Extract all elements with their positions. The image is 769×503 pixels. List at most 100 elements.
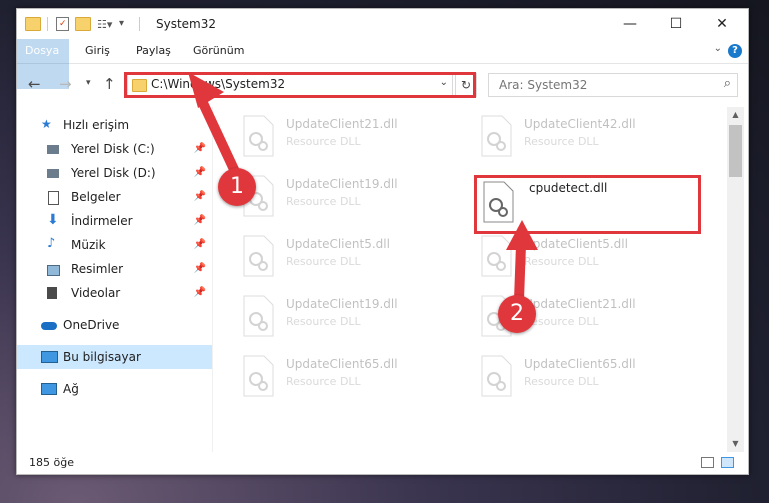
properties-icon[interactable]: ✓ xyxy=(56,17,69,31)
file-description: Resource DLL xyxy=(286,315,361,328)
file-description: Resource DLL xyxy=(524,135,599,148)
sidebar-item-label: Hızlı erişim xyxy=(63,118,130,132)
videos-icon xyxy=(47,287,57,299)
file-description: Resource DLL xyxy=(286,195,361,208)
sidebar-item-this-pc[interactable]: Bu bilgisayar xyxy=(17,345,212,369)
scroll-down-button[interactable]: ▼ xyxy=(727,436,744,452)
tab-home[interactable]: Giriş xyxy=(75,39,120,63)
file-name: UpdateClient19.dll xyxy=(286,177,398,191)
dll-file-icon xyxy=(481,355,512,397)
drive-icon xyxy=(47,169,59,178)
network-icon xyxy=(41,383,57,395)
sidebar-item-label: İndirmeler xyxy=(71,214,133,228)
tab-view[interactable]: Görünüm xyxy=(183,39,254,63)
file-name: UpdateClient19.dll xyxy=(286,297,398,311)
dll-file-icon xyxy=(243,115,274,157)
sidebar-item-label: Yerel Disk (C:) xyxy=(71,142,155,156)
file-description: Resource DLL xyxy=(286,255,361,268)
file-item[interactable]: UpdateClient42.dll Resource DLL xyxy=(479,115,699,165)
drive-icon xyxy=(47,145,59,154)
file-description: Resource DLL xyxy=(286,375,361,388)
search-input[interactable] xyxy=(497,77,701,93)
sidebar-item-label: Belgeler xyxy=(71,190,121,204)
folder-icon xyxy=(25,17,41,31)
file-description: Resource DLL xyxy=(524,255,599,268)
dll-file-icon xyxy=(243,235,274,277)
sidebar-item-onedrive[interactable]: OneDrive xyxy=(17,313,212,337)
new-folder-icon[interactable] xyxy=(75,17,91,31)
navigation-pane: ★ Hızlı erişim Yerel Disk (C:) 📌 Yerel D… xyxy=(17,107,213,452)
file-name: UpdateClient5.dll xyxy=(286,237,390,251)
scroll-up-button[interactable]: ▲ xyxy=(727,107,744,123)
tab-share[interactable]: Paylaş xyxy=(126,39,181,63)
pin-icon[interactable]: 📌 xyxy=(194,161,206,185)
minimize-button[interactable]: — xyxy=(607,9,653,39)
sidebar-item-disk-d[interactable]: Yerel Disk (D:) 📌 xyxy=(17,161,212,185)
sidebar-item-downloads[interactable]: ⬇ İndirmeler 📌 xyxy=(17,209,212,233)
file-item[interactable]: UpdateClient5.dll Resource DLL xyxy=(479,235,699,285)
sidebar-item-quick-access[interactable]: ★ Hızlı erişim xyxy=(17,113,212,137)
separator xyxy=(47,17,48,31)
sidebar-item-label: Videolar xyxy=(71,286,121,300)
sidebar-item-documents[interactable]: Belgeler 📌 xyxy=(17,185,212,209)
search-icon[interactable]: ⌕ xyxy=(724,76,731,91)
file-name: UpdateClient65.dll xyxy=(524,357,636,371)
file-item[interactable]: UpdateClient5.dll Resource DLL xyxy=(241,235,461,285)
navigation-bar: ← → ▾ ↑ C:\Windows\System32 ⌄ ↻ ⌕ xyxy=(17,67,748,101)
details-view-icon[interactable] xyxy=(701,457,714,468)
status-bar: 185 öğe xyxy=(17,453,748,473)
up-button[interactable]: ↑ xyxy=(103,75,116,93)
maximize-button[interactable]: ☐ xyxy=(653,9,699,39)
customize-toolbar-icon[interactable]: ▾ xyxy=(119,18,129,30)
sidebar-item-label: Ağ xyxy=(63,382,79,396)
file-item[interactable]: UpdateClient65.dll Resource DLL xyxy=(241,355,461,405)
file-name: UpdateClient65.dll xyxy=(286,357,398,371)
separator xyxy=(139,17,140,31)
file-name: UpdateClient21.dll xyxy=(286,117,398,131)
pin-icon[interactable]: 📌 xyxy=(194,233,206,257)
sidebar-item-label: Müzik xyxy=(71,238,106,252)
search-box[interactable]: ⌕ xyxy=(488,73,738,97)
back-button[interactable]: ← xyxy=(28,75,41,93)
quick-access-toolbar: ✓ ☷▾ ▾ xyxy=(25,15,140,33)
recent-locations-button[interactable]: ▾ xyxy=(86,78,91,88)
star-icon: ★ xyxy=(41,117,52,131)
pin-icon[interactable]: 📌 xyxy=(194,185,206,209)
file-item[interactable]: UpdateClient21.dll Resource DLL xyxy=(241,115,461,165)
sidebar-item-label: Resimler xyxy=(71,262,124,276)
sidebar-item-disk-c[interactable]: Yerel Disk (C:) 📌 xyxy=(17,137,212,161)
download-icon: ⬇ xyxy=(47,212,59,228)
file-item[interactable]: UpdateClient19.dll Resource DLL xyxy=(241,295,461,345)
pin-icon[interactable]: 📌 xyxy=(194,257,206,281)
forward-button[interactable]: → xyxy=(59,75,72,93)
file-list: UpdateClient21.dll Resource DLL UpdateCl… xyxy=(213,107,727,452)
dll-file-icon xyxy=(481,115,512,157)
pin-icon[interactable]: 📌 xyxy=(194,281,206,305)
sidebar-item-pictures[interactable]: Resimler 📌 xyxy=(17,257,212,281)
expand-ribbon-icon[interactable]: ⌄ xyxy=(714,43,722,54)
sidebar-item-videos[interactable]: Videolar 📌 xyxy=(17,281,212,305)
file-description: Resource DLL xyxy=(524,375,599,388)
view-options-icon[interactable]: ☷▾ xyxy=(97,18,113,31)
music-icon: ♪ xyxy=(47,236,56,251)
vertical-scrollbar[interactable]: ▲ ▼ xyxy=(727,107,744,452)
ribbon-tabs: Dosya Giriş Paylaş Görünüm ⌄ ? xyxy=(17,39,748,89)
close-button[interactable]: ✕ xyxy=(699,9,745,39)
file-name: UpdateClient42.dll xyxy=(524,117,636,131)
help-icon[interactable]: ? xyxy=(728,44,742,58)
large-icons-view-icon[interactable] xyxy=(721,457,734,468)
step-1-badge: 1 xyxy=(218,168,256,206)
dll-file-icon xyxy=(243,355,274,397)
pin-icon[interactable]: 📌 xyxy=(194,137,206,161)
sidebar-item-label: Yerel Disk (D:) xyxy=(71,166,156,180)
dll-file-icon xyxy=(481,235,512,277)
sidebar-item-network[interactable]: Ağ xyxy=(17,377,212,401)
file-item[interactable]: UpdateClient65.dll Resource DLL xyxy=(479,355,699,405)
pin-icon[interactable]: 📌 xyxy=(194,209,206,233)
document-icon xyxy=(48,191,59,205)
file-highlight-box xyxy=(474,175,701,234)
sidebar-item-music[interactable]: ♪ Müzik 📌 xyxy=(17,233,212,257)
file-item[interactable]: UpdateClient19.dll Resource DLL xyxy=(241,175,461,225)
window-title: System32 xyxy=(156,17,217,31)
scroll-thumb[interactable] xyxy=(729,125,742,177)
